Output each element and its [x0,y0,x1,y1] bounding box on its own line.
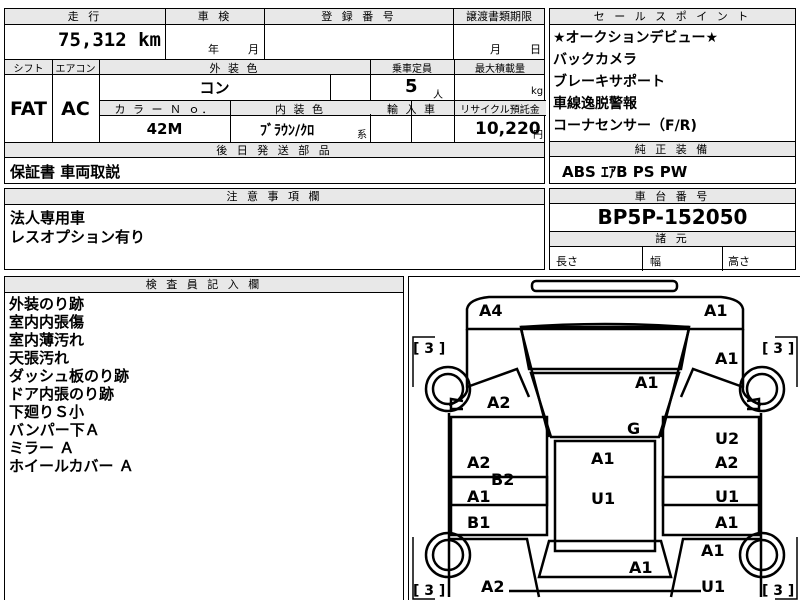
inspection-cell: 車 検 年 月 [165,8,265,60]
mileage-value: 75,312 [58,29,127,51]
interior-label: 内 装 色 [275,103,325,116]
registration-label: 登 録 番 号 [265,9,453,25]
damage-mark: G [627,419,641,438]
sales-point-item: コーナセンサー（F/R) [553,118,697,134]
damage-mark: B1 [467,513,491,532]
interior-suffix: 系 [357,130,367,141]
damage-mark: U1 [715,487,740,506]
inspector-item: ドア内張のり跡 [9,385,115,403]
notes-cell: 注 意 事 項 欄 法人専用車 レスオプション有り [4,188,545,270]
equipment-cell: 純 正 装 備 ABS ｴｱB PS PW [549,141,796,184]
sales-points-label: セ ー ル ス ポ イ ン ト [550,9,795,25]
sales-point-item: ブレーキサポート [553,74,665,90]
dimension-width: 幅 [650,255,661,268]
chassis-cell: 車 台 番 号 BP5P-152050 諸 元 長さ 幅 高さ [549,188,796,271]
damage-mark: A2 [467,453,491,472]
recycle-unit: 円 [533,130,543,141]
inspector-label: 検 査 員 記 入 欄 [5,277,403,293]
damage-mark: A1 [591,449,615,468]
inspector-item: ダッシュ板のり跡 [9,367,130,385]
inspector-item: ホイールカバー Ａ [9,457,134,475]
aircon-value: AC [61,98,90,120]
damage-mark: A2 [481,577,505,596]
sales-point-item: 車線逸脱警報 [553,96,637,112]
notes-line: レスオプション有り [10,228,146,246]
sales-points-cell: セ ー ル ス ポ イ ン ト ★オークションデビュー★ バックカメラ ブレーキ… [549,8,796,142]
equipment-value: ABS ｴｱB PS PW [562,163,688,181]
transfer-label: 譲渡書類期限 [454,9,544,25]
transfer-day: 日 [530,43,541,56]
chassis-label: 車 台 番 号 [550,189,795,204]
inspector-cell: 検 査 員 記 入 欄 外装のり跡 室内内張傷 室内薄汚れ 天張汚れ ダッシュ板… [4,276,404,600]
transfer-cell: 譲渡書類期限 月 日 [453,8,545,60]
equipment-label: 純 正 装 備 [550,142,795,157]
inspector-item: 室内薄汚れ [9,331,85,349]
tire-mark-rear-right: [ 3 ] [762,583,795,599]
tire-mark-front-right: [ 3 ] [762,341,795,357]
damage-mark: U1 [701,577,726,596]
damage-mark: A1 [715,349,739,368]
tire-mark-rear-left: [ 3 ] [413,583,446,599]
damage-mark: A1 [701,541,725,560]
max-load-unit: kg [531,86,544,97]
damage-mark: U1 [591,489,616,508]
capacity-label: 乗車定員 [392,64,432,75]
max-load-label: 最大積載量 [475,64,525,75]
recycle-value: 10,220 [475,119,541,139]
color-no-value: 42M [146,120,183,138]
later-parts-value: 保証書 車両取説 [10,163,121,181]
damage-mark: A2 [715,453,739,472]
exterior-label: 外 装 色 [209,62,260,75]
import-label: 輸 入 車 [387,103,437,116]
recycle-label: リサイクル預託金 [460,105,540,116]
damage-mark: B2 [491,470,515,489]
dimension-height: 高さ [728,255,750,268]
inspector-item: バンパー下Ａ [9,421,100,439]
damage-mark: A1 [467,487,491,506]
shift-label: シフト [13,64,44,75]
notes-line: 法人専用車 [10,209,86,227]
inspector-item: 室内内張傷 [9,313,85,331]
damage-mark: A2 [487,393,511,412]
damage-mark: A1 [629,558,653,577]
car-outline-svg [412,279,798,600]
inspector-item: 外装のり跡 [9,295,85,313]
capacity-value: 5 [405,76,418,97]
inspection-label: 車 検 [166,9,264,25]
car-diagram: [ 3 ] [ 3 ] [ 3 ] [ 3 ] A4 A1 A1 A1 A2 G… [408,276,800,600]
damage-mark: U2 [715,429,740,448]
chassis-value: BP5P-152050 [597,205,748,229]
damage-mark: A1 [715,513,739,532]
notes-label: 注 意 事 項 欄 [5,189,544,205]
sales-point-item: ★オークションデビュー★ [553,30,719,46]
inspection-month: 月 [248,43,259,56]
color-no-label: カ ラ ー Ｎ ｏ． [114,103,215,116]
inspection-year: 年 [208,43,219,56]
inspector-item: 天張汚れ [9,349,70,367]
interior-value: ﾌﾞﾗｳﾝ/ｸﾛ [260,123,315,139]
dimensions-label: 諸 元 [550,231,795,247]
registration-cell: 登 録 番 号 [264,8,454,60]
sales-point-item: バックカメラ [553,52,637,68]
damage-mark: A1 [704,301,728,320]
shift-value: FAT [10,98,47,120]
later-parts-cell: 後 日 発 送 部 品 保証書 車両取説 [4,142,545,184]
aircon-label: エアコン [55,64,96,75]
spec-grid: シフト エアコン 外 装 色 乗車定員 最大積載量 FAT AC コン 5 人 … [4,59,546,144]
exterior-value: コン [199,79,230,97]
transfer-month: 月 [490,43,501,56]
later-parts-label: 後 日 発 送 部 品 [5,143,544,158]
damage-mark: A1 [635,373,659,392]
dimension-length: 長さ [556,255,578,268]
capacity-unit: 人 [433,90,443,101]
damage-mark: A4 [479,301,503,320]
inspector-item: ミラー Ａ [9,439,75,457]
inspector-item: 下廻りＳ小 [9,403,85,421]
mileage-unit: km [138,29,161,51]
mileage-cell: 走 行 75,312 km [4,8,166,60]
tire-mark-front-left: [ 3 ] [413,341,446,357]
mileage-label: 走 行 [5,9,165,25]
